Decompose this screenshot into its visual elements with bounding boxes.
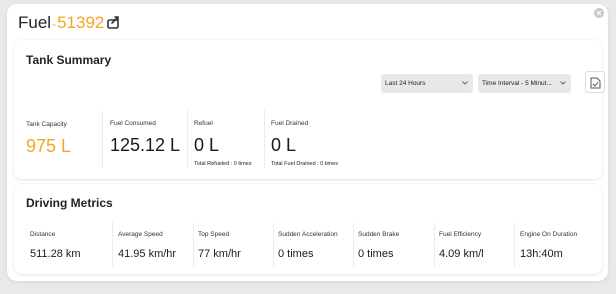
stat-refuel: Refuel 0 L Total Refueled : 0 times	[194, 120, 251, 167]
fuel-card: Fuel -51392 Tank Summary Last 24 Hours Ti…	[7, 4, 608, 281]
metric-top-speed: Top Speed 77 km/hr	[198, 231, 241, 260]
metric-label: Sudden Brake	[358, 231, 400, 238]
metric-value: 0 times	[358, 248, 394, 260]
tank-summary-section: Tank Summary Last 24 Hours Time Interval…	[14, 40, 605, 179]
stat-tank-capacity: Tank Capacity 975 L	[26, 121, 71, 157]
stat-label: Refuel	[194, 120, 213, 127]
stat-value: 0 L	[194, 135, 220, 155]
title-separator: -	[52, 17, 57, 31]
metric-label: Top Speed	[198, 231, 230, 238]
stat-value: 975 L	[26, 136, 72, 156]
divider	[353, 222, 354, 267]
interval-select-value: Time Interval - 5 Minut...	[482, 80, 552, 87]
share-icon	[107, 16, 119, 29]
metric-value: 4.09 km/l	[439, 248, 484, 260]
share-button[interactable]	[107, 15, 123, 31]
divider	[193, 222, 194, 267]
metric-fuel-efficiency: Fuel Efficiency 4.09 km/l	[439, 231, 484, 260]
export-file-icon	[590, 77, 601, 89]
metric-value: 41.95 km/hr	[118, 248, 177, 260]
close-icon	[596, 10, 602, 16]
driving-metrics-title: Driving Metrics	[26, 196, 113, 210]
metric-engine-on-duration: Engine On Duration 13h:40m	[520, 231, 577, 260]
metric-label: Average Speed	[118, 231, 163, 238]
stat-sub: Total Refueled : 0 times	[194, 161, 252, 167]
page-title: Fuel -51392	[18, 13, 104, 33]
divider	[187, 110, 188, 168]
stat-fuel-consumed: Fuel Consumed 125.12 L	[110, 120, 180, 156]
metric-sudden-acceleration: Sudden Acceleration 0 times	[278, 231, 338, 260]
export-button[interactable]	[585, 71, 605, 93]
divider	[264, 110, 265, 168]
stat-value: 0 L	[271, 135, 297, 155]
metric-average-speed: Average Speed 41.95 km/hr	[118, 231, 176, 260]
period-select[interactable]: Last 24 Hours	[381, 74, 473, 93]
stat-value: 125.12 L	[110, 135, 181, 155]
stat-fuel-drained: Fuel Drained 0 L Total Fuel Drained : 0 …	[271, 120, 338, 167]
chevron-down-icon	[462, 81, 468, 85]
close-button[interactable]	[594, 8, 604, 18]
driving-metrics-section: Driving Metrics Distance 511.28 km Avera…	[14, 184, 602, 274]
divider	[112, 222, 113, 267]
metric-value: 77 km/hr	[198, 248, 241, 260]
metric-label: Engine On Duration	[520, 231, 578, 238]
chevron-down-icon	[560, 81, 566, 85]
metric-label: Fuel Efficiency	[439, 231, 482, 238]
stat-label: Fuel Drained	[271, 120, 309, 127]
metric-value: 0 times	[278, 248, 314, 260]
metric-value: 511.28 km	[30, 248, 81, 260]
metric-value: 13h:40m	[520, 248, 563, 260]
stat-label: Tank Capacity	[26, 121, 67, 128]
divider	[273, 222, 274, 267]
period-select-value: Last 24 Hours	[385, 80, 426, 87]
interval-select[interactable]: Time Interval - 5 Minut...	[478, 74, 571, 93]
metric-distance: Distance 511.28 km	[30, 231, 81, 260]
divider	[102, 110, 103, 168]
divider	[514, 222, 515, 267]
tank-summary-title: Tank Summary	[26, 53, 112, 67]
metric-label: Distance	[30, 231, 56, 238]
title-text: Fuel	[18, 13, 52, 32]
metric-label: Sudden Acceleration	[278, 231, 338, 238]
vehicle-id: 51392	[57, 13, 105, 32]
stat-sub: Total Fuel Drained : 0 times	[271, 161, 338, 167]
metric-sudden-brake: Sudden Brake 0 times	[358, 231, 399, 260]
stat-label: Fuel Consumed	[110, 120, 156, 127]
divider	[434, 222, 435, 267]
